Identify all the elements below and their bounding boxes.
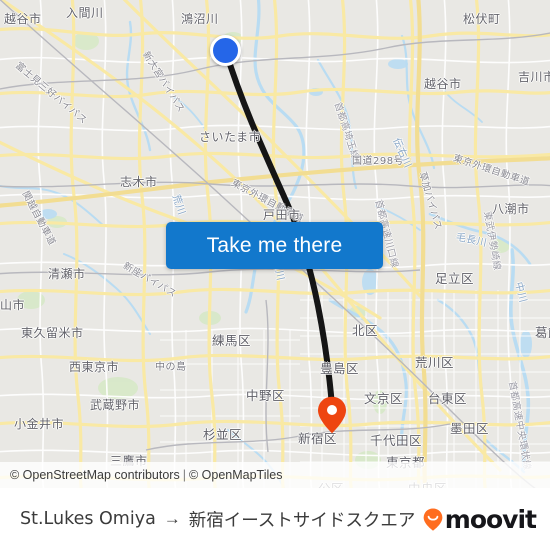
trip-origin-label: St.Lukes Omiya bbox=[20, 509, 156, 529]
trip-destination-label: 新宿イーストサイドスクエア bbox=[188, 510, 416, 531]
moovit-logo[interactable]: moovit bbox=[423, 504, 537, 534]
trip-summary: St.Lukes Omiya → 新宿イーストサイドスクエア bbox=[20, 507, 415, 532]
attribution-separator: | bbox=[182, 468, 186, 482]
osm-attribution-link[interactable]: © OpenStreetMap contributors bbox=[10, 468, 180, 482]
moovit-wordmark: moovit bbox=[444, 504, 537, 534]
take-me-there-button[interactable]: Take me there bbox=[166, 222, 383, 269]
trip-footer-bar: St.Lukes Omiya → 新宿イーストサイドスクエア moovit bbox=[0, 488, 550, 550]
map-attribution: © OpenStreetMap contributors | © OpenMap… bbox=[0, 462, 550, 488]
moovit-trip-screen: 越谷市 入間川 鴻沼川 松伏町 吉川市 越谷市 新大宮バイパス 富士見三好バイパス さいたま市首… bbox=[0, 0, 550, 550]
openmaptiles-attribution-link[interactable]: © OpenMapTiles bbox=[189, 468, 283, 482]
destination-marker-icon[interactable] bbox=[317, 396, 347, 434]
moovit-pin-icon bbox=[423, 507, 443, 531]
map-canvas[interactable]: 越谷市 入間川 鴻沼川 松伏町 吉川市 越谷市 新大宮バイパス 富士見三好バイパス さいたま市首… bbox=[0, 0, 550, 488]
arrow-right-icon: → bbox=[163, 509, 181, 528]
origin-marker-icon[interactable] bbox=[210, 35, 241, 66]
